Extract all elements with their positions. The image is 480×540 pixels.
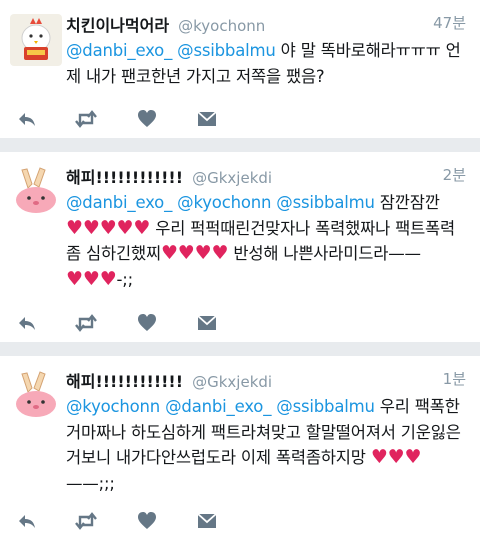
tweet-time: 2분	[442, 166, 466, 184]
mention-link[interactable]: @kyochonn	[66, 397, 160, 416]
author-name[interactable]: 치킨이나먹어라	[66, 16, 169, 35]
pink-character-avatar-icon	[10, 370, 62, 422]
tweet-actions	[16, 312, 218, 334]
author-handle[interactable]: @kyochonn	[178, 17, 265, 35]
heart-icon[interactable]	[136, 510, 158, 532]
reply-icon[interactable]	[16, 108, 38, 130]
author-name[interactable]: 해피!!!!!!!!!!!!	[66, 372, 183, 391]
tweet-text: @danbi_exo_ @kyochonn @ssibbalmu 잠깐잠깐 ♥♥…	[66, 190, 470, 292]
heart-emoji-icon: ♥	[160, 242, 178, 264]
tweet[interactable]: 치킨이나먹어라 @kyochonn 47분 @danbi_exo_ @ssibb…	[0, 0, 480, 138]
heart-emoji-icon: ♥	[66, 267, 83, 290]
heart-icon[interactable]	[136, 108, 158, 130]
retweet-icon[interactable]	[74, 312, 97, 334]
tweet-body-segment: ——;;;	[66, 473, 115, 493]
avatar[interactable]	[10, 14, 62, 66]
mention-link[interactable]: @ssibbalmu	[276, 193, 375, 212]
mention-link[interactable]: @danbi_exo_	[165, 397, 271, 416]
heart-emoji-icon: ♥	[99, 216, 117, 239]
mention-link[interactable]: @danbi_exo_	[66, 41, 172, 60]
mention-link[interactable]: @kyochonn	[177, 193, 271, 212]
avatar[interactable]	[10, 166, 62, 218]
chicken-avatar-icon	[10, 14, 62, 66]
heart-emoji-icon: ♥	[370, 446, 388, 468]
tweet-body-segment: 잠깐잠깐	[379, 193, 440, 212]
mention-link[interactable]: @danbi_exo_	[66, 193, 172, 212]
author-handle[interactable]: @Gkxjekdi	[192, 373, 272, 391]
heart-emoji-icon: ♥	[66, 216, 83, 239]
heart-emoji-icon: ♥	[82, 267, 100, 290]
dm-icon[interactable]	[196, 312, 218, 334]
retweet-icon[interactable]	[74, 510, 97, 532]
avatar[interactable]	[10, 370, 62, 422]
heart-emoji-icon: ♥	[211, 242, 229, 264]
author-handle[interactable]: @Gkxjekdi	[192, 169, 272, 187]
tweet-time: 47분	[433, 14, 466, 32]
tweet-actions	[16, 108, 218, 130]
heart-emoji-icon: ♥	[404, 446, 422, 468]
tweet-time: 1분	[442, 370, 466, 388]
author-name[interactable]: 해피!!!!!!!!!!!!	[66, 168, 183, 187]
reply-icon[interactable]	[16, 510, 38, 532]
heart-emoji-icon: ♥	[133, 216, 151, 239]
heart-emoji-icon: ♥	[116, 216, 134, 239]
pink-character-avatar-icon	[10, 166, 62, 218]
mention-link[interactable]: @ssibbalmu	[177, 41, 276, 60]
tweet-body-segment: 반성해 나쁜사라미드라——	[233, 244, 421, 263]
tweet-body-segment: -;;	[116, 269, 134, 289]
heart-emoji-icon: ♥	[177, 242, 195, 264]
heart-emoji-icon: ♥	[82, 216, 100, 239]
tweet-actions	[16, 510, 218, 532]
heart-emoji-icon: ♥	[99, 267, 117, 290]
heart-icon[interactable]	[136, 312, 158, 334]
tweet[interactable]: 해피!!!!!!!!!!!! @Gkxjekdi 2분 @danbi_exo_ …	[0, 152, 480, 342]
dm-icon[interactable]	[196, 510, 218, 532]
mention-link[interactable]: @ssibbalmu	[276, 397, 375, 416]
dm-icon[interactable]	[196, 108, 218, 130]
heart-emoji-icon: ♥	[387, 446, 405, 468]
retweet-icon[interactable]	[74, 108, 97, 130]
tweet[interactable]: 해피!!!!!!!!!!!! @Gkxjekdi 1분 @kyochonn @d…	[0, 356, 480, 540]
heart-emoji-icon: ♥	[194, 242, 212, 264]
reply-icon[interactable]	[16, 312, 38, 334]
tweet-text: @danbi_exo_ @ssibbalmu 야 말 똑바로해라ㅠㅠㅠ 언제 내…	[66, 38, 470, 89]
tweet-text: @kyochonn @danbi_exo_ @ssibbalmu 우리 팩폭한거…	[66, 394, 470, 496]
